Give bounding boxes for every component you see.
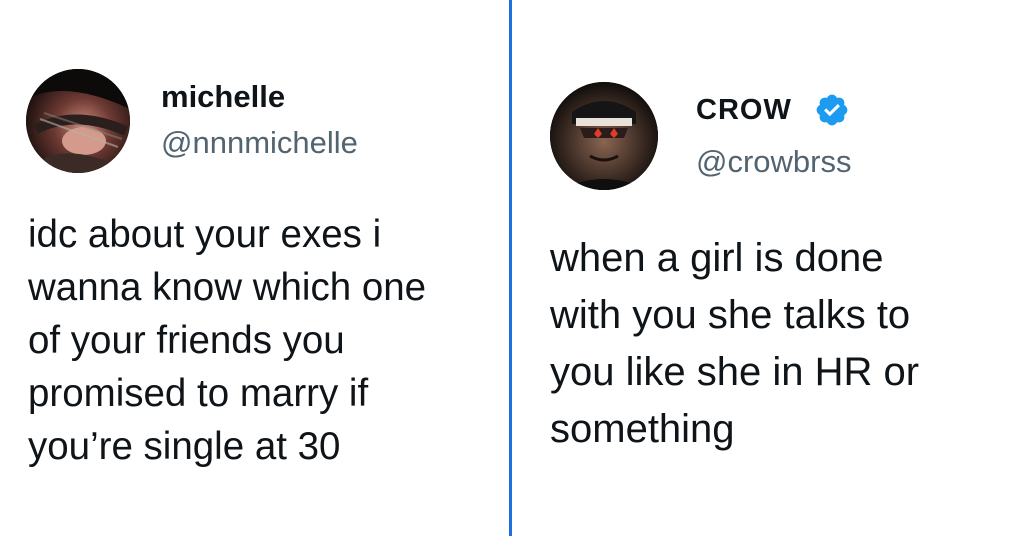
tweet-text-line: something [550,407,735,451]
tweet-text-line: with you she talks to [550,293,911,337]
avatar-michelle-image [26,69,130,173]
handle[interactable]: @nnnmichelle [161,125,358,161]
tweet-text-line: when a girl is done [550,236,884,280]
tweet-text-line: you like she in HR or [550,350,920,394]
tweet-text-line: you’re single at 30 [28,425,341,468]
handle[interactable]: @crowbrss [696,144,851,180]
tweet-text: idc about your exes i wanna know which o… [28,208,426,473]
verified-badge-icon [814,92,850,128]
tweet-text-line: idc about your exes i [28,213,382,256]
tweet-text-line: wanna know which one [28,266,427,309]
tweet-text: when a girl is done with you she talks t… [550,230,919,458]
tweet-michelle: michelle @nnnmichelle idc about your exe… [0,0,509,536]
avatar-crow-image [550,82,658,190]
avatar-crow[interactable] [550,82,658,190]
tweet-text-line: of your friends you [28,319,345,362]
display-name[interactable]: CROW [696,94,792,127]
tweet-text-line: promised to marry if [28,372,369,415]
display-name[interactable]: michelle [161,79,285,115]
avatar-michelle[interactable] [26,69,130,173]
tweet-crow: CROW @crowbrss when a girl is done with … [512,0,1024,536]
